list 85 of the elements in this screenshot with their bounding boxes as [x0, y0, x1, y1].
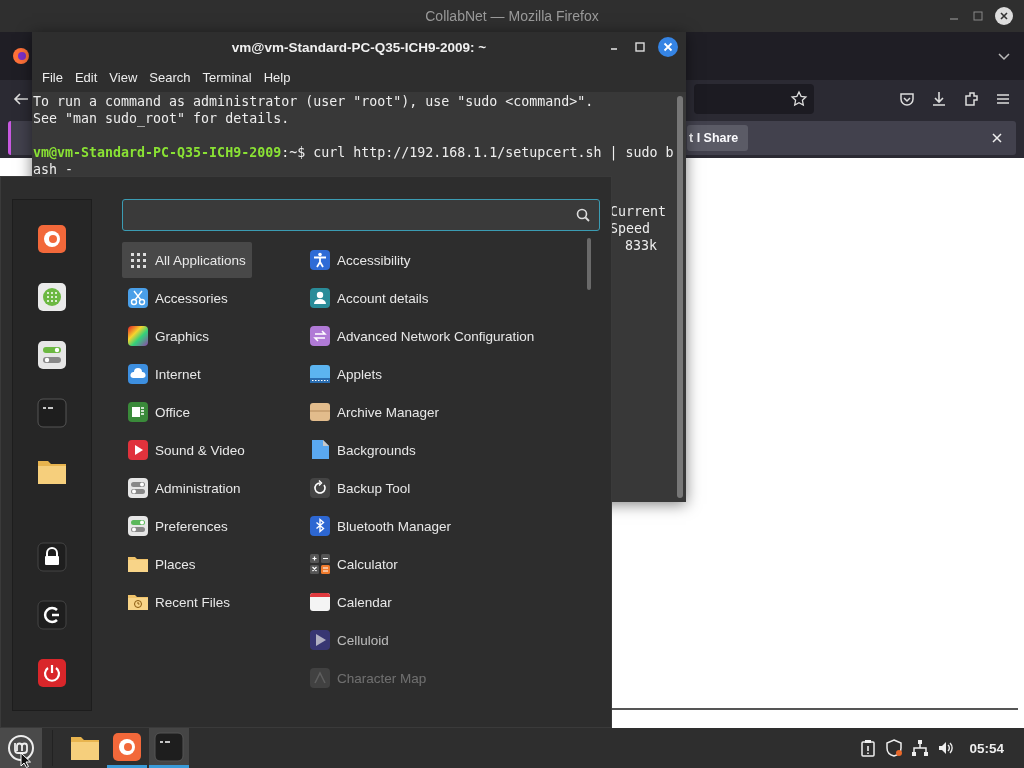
toggles-icon[interactable] [37, 340, 67, 370]
panel-icon [309, 363, 331, 385]
category-item[interactable]: Sound & Video [122, 432, 251, 468]
person-icon [309, 249, 331, 271]
window-title: vm@vm-Standard-PC-Q35-ICH9-2009: ~ [231, 39, 487, 55]
puzzle-icon[interactable] [962, 90, 980, 108]
search-icon [575, 207, 591, 223]
category-item[interactable]: Graphics [122, 318, 216, 354]
firefox-icon[interactable] [37, 224, 67, 254]
category-item[interactable]: Administration [122, 470, 247, 506]
taskbar-button[interactable] [149, 728, 189, 768]
application-item[interactable]: Bluetooth Manager [304, 508, 458, 544]
cloud-icon [127, 363, 149, 385]
pocket-icon[interactable] [898, 90, 916, 108]
mouse-pointer-icon [20, 752, 32, 768]
window-title: CollabNet — Mozilla Firefox [425, 8, 599, 24]
maximize-icon[interactable] [632, 39, 648, 55]
network-icon[interactable] [911, 739, 930, 757]
menu-item[interactable]: Terminal [196, 69, 258, 85]
application-item[interactable]: Calendar [304, 584, 398, 620]
calculator-icon [309, 553, 331, 575]
prompt-symbol: :~$ [281, 145, 306, 160]
notification-button[interactable]: t I Share [687, 125, 749, 151]
category-item[interactable]: Office [122, 394, 196, 430]
toggles-icon [127, 515, 149, 537]
close-icon[interactable] [658, 37, 678, 57]
scrollbar[interactable] [677, 96, 683, 498]
toggles-icon [127, 477, 149, 499]
category-item[interactable]: Recent Files [122, 584, 237, 620]
mint-logo-icon [7, 734, 35, 762]
app-grid-icon[interactable] [37, 282, 67, 312]
terminal-line: ash - [33, 161, 74, 178]
application-item[interactable]: Calculator [304, 546, 404, 582]
close-icon[interactable] [990, 131, 1004, 145]
category-item[interactable]: Internet [122, 356, 207, 392]
application-item[interactable]: Celluloid [304, 622, 395, 658]
scrollbar[interactable] [587, 238, 591, 290]
clipboard-icon[interactable] [859, 739, 878, 757]
search-field[interactable] [122, 199, 600, 231]
clock[interactable]: 05:54 [969, 740, 1004, 756]
menu-item[interactable]: Edit [68, 69, 104, 85]
bluetooth-icon [309, 515, 331, 537]
terminal-line: See "man sudo_root" for details. [33, 110, 290, 127]
firefox-icon[interactable] [12, 47, 30, 65]
menu-item[interactable]: File [36, 69, 69, 85]
terminal-line: 833k [625, 237, 658, 254]
shield-icon[interactable] [885, 739, 904, 757]
box-icon [309, 401, 331, 423]
menu-item[interactable]: View [103, 69, 144, 85]
close-icon[interactable] [994, 6, 1014, 26]
command-text: curl http://192.168.1.1/setupcert.sh | sudo b [313, 145, 674, 160]
application-item[interactable]: Accessibility [304, 242, 417, 278]
play-icon [309, 629, 331, 651]
application-item[interactable]: Account details [304, 280, 435, 316]
star-icon[interactable] [790, 90, 808, 108]
document-icon [127, 401, 149, 423]
menu-item[interactable]: Help [257, 69, 297, 85]
prompt-user: vm@vm-Standard-PC-Q35-ICH9-2009 [33, 145, 282, 160]
logout-icon[interactable] [37, 600, 67, 630]
play-icon [127, 439, 149, 461]
application-item[interactable]: Backup Tool [304, 470, 417, 506]
scissors-icon [127, 287, 149, 309]
category-item[interactable]: Preferences [122, 508, 234, 544]
calendar-icon [309, 591, 331, 613]
arrows-icon [309, 325, 331, 347]
category-item[interactable]: Places [122, 546, 202, 582]
menu-button[interactable] [0, 728, 42, 768]
menu-item[interactable]: Search [143, 69, 197, 85]
application-item[interactable]: Backgrounds [304, 432, 422, 468]
lock-icon[interactable] [37, 542, 67, 572]
category-item[interactable]: All Applications [122, 242, 252, 278]
terminal-line: To run a command as administrator (user "root"), use "sudo <command>". [33, 93, 594, 110]
terminal-icon [154, 731, 184, 762]
person-icon [309, 287, 331, 309]
firefox-icon [112, 731, 142, 762]
power-icon[interactable] [37, 658, 67, 688]
terminal-line: Speed [610, 220, 651, 237]
category-item[interactable]: Accessories [122, 280, 234, 316]
download-icon[interactable] [930, 90, 948, 108]
application-item[interactable]: Applets [304, 356, 389, 392]
application-item[interactable]: Advanced Network Configuration [304, 318, 541, 354]
terminal-line: Current [610, 203, 667, 220]
application-item[interactable]: Archive Manager [304, 394, 446, 430]
character-icon [309, 667, 331, 689]
palette-icon [127, 325, 149, 347]
